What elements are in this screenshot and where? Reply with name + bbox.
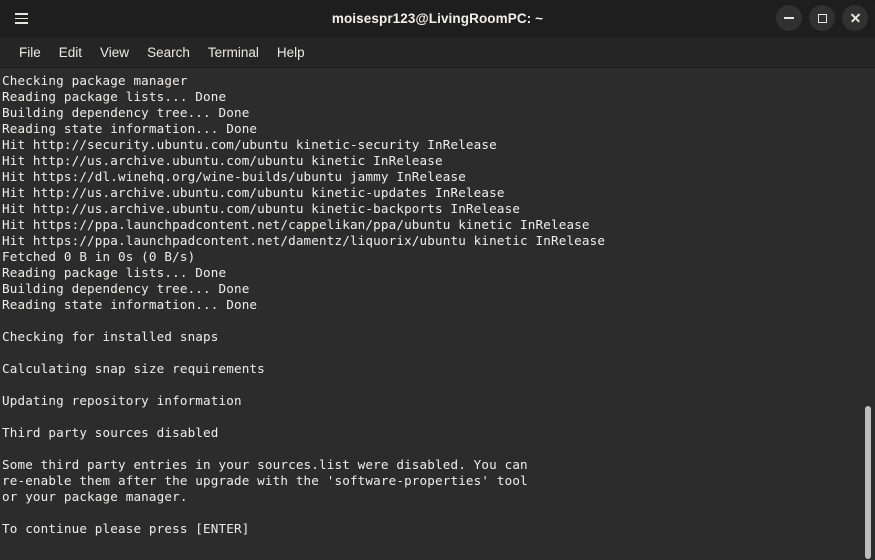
hamburger-line bbox=[14, 17, 28, 20]
terminal-scrollbar-thumb[interactable] bbox=[865, 406, 871, 559]
menu-item-help[interactable]: Help bbox=[268, 42, 314, 63]
hamburger-menu-icon[interactable] bbox=[8, 6, 34, 31]
minimize-icon bbox=[784, 17, 794, 19]
hamburger-line bbox=[14, 22, 28, 24]
menu-item-edit[interactable]: Edit bbox=[50, 42, 91, 63]
terminal-scrollbar[interactable] bbox=[861, 68, 875, 559]
menu-bar: File Edit View Search Terminal Help bbox=[0, 37, 875, 68]
title-bar: moisespr123@LivingRoomPC: ~ bbox=[0, 0, 875, 37]
maximize-button[interactable] bbox=[809, 5, 835, 31]
terminal-area[interactable]: Checking package manager Reading package… bbox=[0, 68, 875, 559]
close-icon bbox=[850, 13, 861, 24]
terminal-output: Checking package manager Reading package… bbox=[2, 73, 606, 536]
minimize-button[interactable] bbox=[776, 5, 802, 31]
menu-item-file[interactable]: File bbox=[10, 42, 50, 63]
menu-item-search[interactable]: Search bbox=[138, 42, 199, 63]
terminal-window: moisespr123@LivingRoomPC: ~ File Edit Vi… bbox=[0, 0, 875, 560]
hamburger-line bbox=[14, 13, 28, 15]
window-title: moisespr123@LivingRoomPC: ~ bbox=[331, 11, 544, 26]
menu-item-terminal[interactable]: Terminal bbox=[199, 42, 268, 63]
window-controls bbox=[776, 5, 868, 31]
maximize-icon bbox=[817, 13, 827, 23]
menu-item-view[interactable]: View bbox=[91, 42, 138, 63]
close-button[interactable] bbox=[842, 5, 868, 31]
